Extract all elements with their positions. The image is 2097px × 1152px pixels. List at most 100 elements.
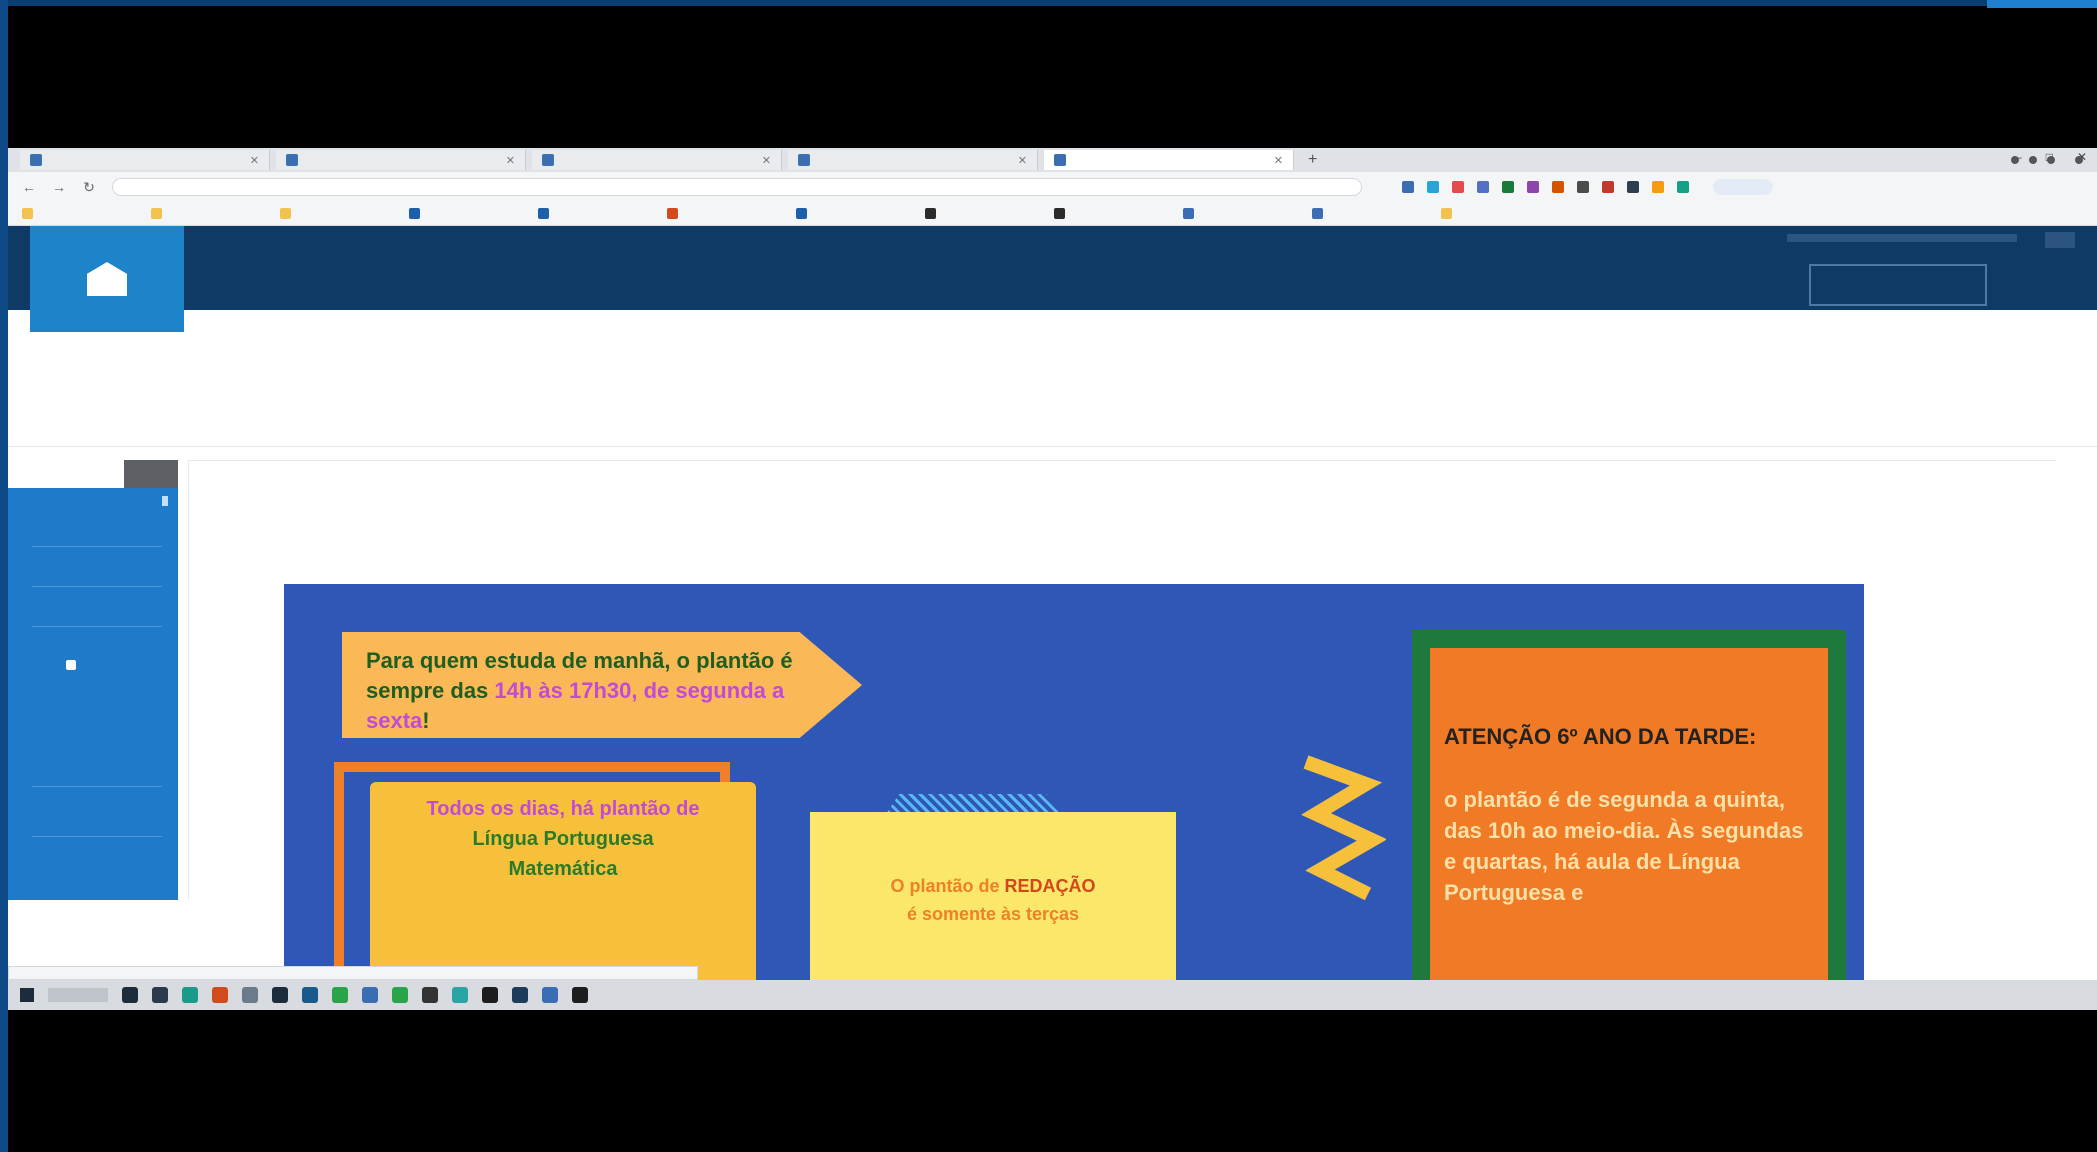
extension-icon[interactable] — [1627, 181, 1639, 193]
profile-button[interactable] — [1713, 179, 1773, 195]
attention-title: ATENÇÃO 6º ANO DA TARDE: — [1444, 724, 1757, 749]
extension-icon[interactable] — [1577, 181, 1589, 193]
tab-close-icon[interactable]: ✕ — [250, 154, 259, 167]
tab-favicon-icon — [542, 154, 554, 166]
info-banner: Para quem estuda de manhã, o plantão é s… — [284, 584, 1864, 1010]
bookmark-item[interactable] — [796, 208, 903, 219]
bookmark-item[interactable] — [1312, 208, 1419, 219]
tab-close-icon[interactable]: ✕ — [1274, 154, 1283, 167]
site-header — [8, 226, 2097, 310]
tab-favicon-icon — [798, 154, 810, 166]
taskbar-app-icon[interactable] — [392, 987, 408, 1003]
taskbar-app-icon[interactable] — [542, 987, 558, 1003]
side-panel — [8, 460, 178, 900]
extension-icon[interactable] — [1552, 181, 1564, 193]
side-panel-icon[interactable] — [66, 660, 76, 670]
content-divider — [8, 446, 2097, 447]
side-divider — [32, 626, 162, 627]
tab-close-icon[interactable]: ✕ — [762, 154, 771, 167]
taskbar-app-icon[interactable] — [302, 987, 318, 1003]
extension-icon[interactable] — [1402, 181, 1414, 193]
battery-icon[interactable] — [2047, 156, 2055, 164]
browser-tab[interactable]: ✕ — [20, 150, 270, 170]
browser-tab[interactable]: ✕ — [532, 150, 782, 170]
side-divider — [32, 786, 162, 787]
extension-icon[interactable] — [1652, 181, 1664, 193]
bookmark-item[interactable] — [280, 208, 387, 219]
notification-icon[interactable] — [2075, 156, 2083, 164]
header-user-bar — [1787, 234, 2017, 242]
taskbar-app-icon[interactable] — [572, 987, 588, 1003]
taskbar-app-icon[interactable] — [212, 987, 228, 1003]
forward-button[interactable]: → — [52, 179, 66, 195]
bookmark-item[interactable] — [925, 208, 1032, 219]
extension-icon[interactable] — [1502, 181, 1514, 193]
taskbar-app-icon[interactable] — [152, 987, 168, 1003]
extension-icon[interactable] — [1677, 181, 1689, 193]
left-border — [0, 0, 8, 1152]
browser-tab-active[interactable]: ✕ — [1044, 150, 1294, 170]
side-panel-collapse-icon[interactable] — [162, 496, 168, 506]
bookmark-item[interactable] — [1441, 208, 1548, 219]
recording-frame: ✕ ✕ ✕ ✕ ✕ + ← → ↻ Para quem estuda de ma… — [0, 0, 2097, 1152]
redacao-schedule-text: O plantão de REDAÇÃO é somente às terças — [890, 876, 1096, 924]
corner-tag — [1987, 0, 2097, 8]
extension-icon[interactable] — [1427, 181, 1439, 193]
header-search-box[interactable] — [1809, 264, 1987, 306]
school-logo-icon — [87, 262, 127, 296]
bookmark-item[interactable] — [151, 208, 258, 219]
extension-icon[interactable] — [1477, 181, 1489, 193]
bookmark-item[interactable] — [667, 208, 774, 219]
windows-taskbar — [8, 980, 2097, 1010]
tab-favicon-icon — [1054, 154, 1066, 166]
taskbar-app-icon[interactable] — [512, 987, 528, 1003]
network-icon[interactable] — [2011, 156, 2019, 164]
daily-schedule-text: Todos os dias, há plantão de Língua Port… — [426, 798, 700, 880]
side-divider — [32, 586, 162, 587]
bookmark-favicon-icon — [1054, 208, 1065, 219]
bookmark-item[interactable] — [22, 208, 129, 219]
taskbar-app-icon[interactable] — [482, 987, 498, 1003]
bookmark-favicon-icon — [925, 208, 936, 219]
extension-icon[interactable] — [1527, 181, 1539, 193]
volume-icon[interactable] — [2029, 156, 2037, 164]
browser-tab[interactable]: ✕ — [276, 150, 526, 170]
taskbar-app-icon[interactable] — [332, 987, 348, 1003]
taskbar-app-icon[interactable] — [362, 987, 378, 1003]
new-tab-button[interactable]: + — [1300, 151, 1325, 169]
start-button[interactable] — [20, 988, 34, 1002]
side-divider — [32, 836, 162, 837]
taskbar-app-icon[interactable] — [272, 987, 288, 1003]
extension-icon[interactable] — [1602, 181, 1614, 193]
bookmark-item[interactable] — [409, 208, 516, 219]
bookmark-item[interactable] — [1054, 208, 1161, 219]
reload-button[interactable]: ↻ — [82, 179, 96, 196]
bookmark-item[interactable] — [538, 208, 645, 219]
taskbar-app-icon[interactable] — [122, 987, 138, 1003]
bookmark-item[interactable] — [1183, 208, 1290, 219]
extension-icon[interactable] — [1452, 181, 1464, 193]
taskbar-app-icon[interactable] — [242, 987, 258, 1003]
zigzag-decoration — [1301, 755, 1386, 901]
address-bar[interactable] — [112, 178, 1362, 196]
bookmark-favicon-icon — [22, 208, 33, 219]
system-tray — [2011, 156, 2083, 164]
taskbar-search[interactable] — [48, 988, 108, 1002]
browser-toolbar: ← → ↻ — [8, 172, 2097, 202]
site-logo[interactable] — [30, 226, 184, 332]
extensions-toolbar — [1402, 181, 1689, 193]
browser-tab[interactable]: ✕ — [788, 150, 1038, 170]
taskbar-app-icon[interactable] — [422, 987, 438, 1003]
back-button[interactable]: ← — [22, 179, 36, 195]
tab-close-icon[interactable]: ✕ — [506, 154, 515, 167]
bookmark-favicon-icon — [151, 208, 162, 219]
bookmark-favicon-icon — [796, 208, 807, 219]
tab-close-icon[interactable]: ✕ — [1018, 154, 1027, 167]
side-panel-toggle[interactable] — [124, 460, 178, 488]
bookmark-favicon-icon — [538, 208, 549, 219]
taskbar-app-icon[interactable] — [182, 987, 198, 1003]
status-url-tooltip — [8, 966, 698, 980]
taskbar-app-icon[interactable] — [452, 987, 468, 1003]
header-menu-button[interactable] — [2045, 232, 2075, 248]
bookmark-favicon-icon — [280, 208, 291, 219]
